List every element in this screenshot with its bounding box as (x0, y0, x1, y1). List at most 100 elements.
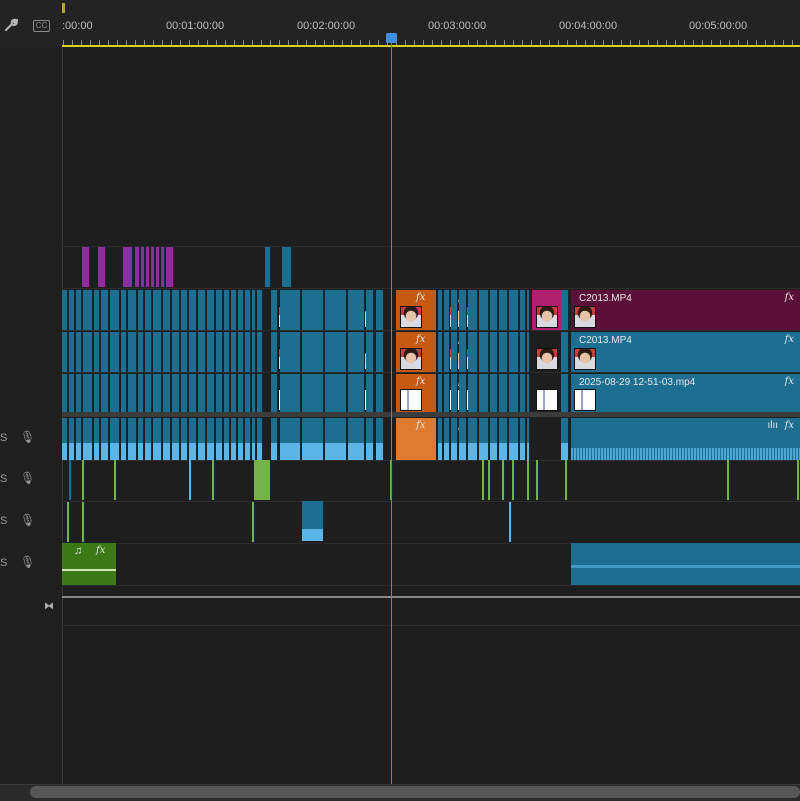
clip-v1-teal[interactable] (172, 374, 180, 412)
clip-v4-purple[interactable] (161, 247, 165, 287)
clip-v2-teal[interactable] (207, 332, 215, 372)
clip-v3-teal[interactable] (145, 290, 152, 330)
clip-v3-teal[interactable] (181, 290, 188, 330)
clip-a1-audio[interactable] (76, 418, 82, 460)
clip-v3-teal[interactable] (499, 290, 508, 330)
clip-a1-audio[interactable] (271, 418, 278, 460)
clip-a1-audio[interactable] (198, 418, 206, 460)
clip-v3-teal[interactable] (509, 290, 519, 330)
clip-a1-audio[interactable] (138, 418, 144, 460)
clip-a1-audio[interactable] (444, 418, 450, 460)
clip-v3-teal[interactable] (101, 290, 109, 330)
clip-v3-teal[interactable] (366, 290, 374, 330)
clip-v2-teal[interactable] (181, 332, 188, 372)
clip-a2-green[interactable] (254, 460, 271, 500)
clip-a1-audio[interactable] (216, 418, 223, 460)
clip-v3-teal[interactable] (561, 290, 569, 330)
clip-v1-teal[interactable] (128, 374, 137, 412)
clip-v2-teal[interactable] (325, 332, 347, 372)
clip-a1-audio[interactable] (238, 418, 244, 460)
clip-v2-teal[interactable] (138, 332, 144, 372)
microphone-icon[interactable]: 🎙 (20, 513, 35, 527)
clip-v1-teal[interactable] (216, 374, 223, 412)
clip-a1-audio[interactable] (561, 418, 569, 460)
clip-v3-teal[interactable] (128, 290, 137, 330)
clip-v3-teal[interactable] (257, 290, 263, 330)
clip-v3-teal[interactable] (490, 290, 498, 330)
clip-a2-marker[interactable] (512, 460, 515, 500)
clip-v2-teal[interactable] (479, 332, 489, 372)
clip-v1-teal[interactable] (62, 374, 68, 412)
clip-a1-audio[interactable] (207, 418, 215, 460)
microphone-icon[interactable]: 🎙 (20, 471, 35, 485)
clip-a1-audio[interactable] (121, 418, 127, 460)
clip-v1-teal[interactable] (76, 374, 82, 412)
clip-v2-teal[interactable] (527, 332, 530, 372)
clip-v2-c2013[interactable]: C2013.MP4 fx (571, 332, 800, 372)
clip-v2-teal[interactable] (94, 332, 100, 372)
clip-v1-teal[interactable] (302, 374, 324, 412)
clip-v2-teal[interactable] (83, 332, 93, 372)
clip-v2-teal[interactable] (280, 332, 301, 372)
clip-v3-teal[interactable] (94, 290, 100, 330)
clip-v3-teal[interactable] (83, 290, 93, 330)
clip-v1-teal[interactable] (121, 374, 127, 412)
work-area-start-marker[interactable] (62, 3, 65, 13)
clip-v4-purple[interactable] (123, 247, 133, 287)
clip-v2-teal[interactable] (69, 332, 75, 372)
clip-v1-teal[interactable] (163, 374, 171, 412)
clip-a1-audio[interactable] (280, 418, 301, 460)
clip-a2-marker[interactable] (212, 460, 215, 500)
clip-v1-teal[interactable] (438, 374, 443, 412)
captions-button[interactable]: CC (33, 20, 50, 32)
microphone-icon[interactable]: 🎙 (20, 430, 35, 444)
clip-v3-teal[interactable] (527, 290, 530, 330)
track-a1-solo[interactable]: S (0, 432, 7, 444)
work-area-bar[interactable] (62, 45, 800, 47)
clip-a4-long[interactable] (571, 543, 800, 585)
clip-a1-audio[interactable] (376, 418, 384, 460)
clip-v1-teal[interactable] (348, 374, 365, 412)
scrollbar-thumb[interactable] (30, 786, 800, 798)
clip-v1-teal[interactable] (110, 374, 120, 412)
clip-v2-teal[interactable] (189, 332, 197, 372)
clip-v3-teal[interactable] (238, 290, 244, 330)
clip-v2-teal[interactable] (520, 332, 526, 372)
clip-v2-teal[interactable] (366, 332, 374, 372)
clip-v2-teal[interactable] (444, 332, 450, 372)
clip-v2-teal[interactable] (163, 332, 171, 372)
clip-a1-audio[interactable] (245, 418, 251, 460)
clip-a2-marker[interactable] (565, 460, 568, 500)
clip-v3-teal[interactable] (153, 290, 162, 330)
clip-v3-teal[interactable] (459, 290, 467, 330)
clip-v2-teal[interactable] (271, 332, 278, 372)
clip-v3-teal[interactable] (216, 290, 223, 330)
clip-a2-marker[interactable] (82, 460, 85, 500)
clip-v2-teal[interactable] (224, 332, 230, 372)
clip-v1-teal[interactable] (561, 374, 569, 412)
clip-v3-teal[interactable] (76, 290, 82, 330)
clip-a1-audio[interactable] (348, 418, 365, 460)
clip-a1-audio[interactable] (101, 418, 109, 460)
clip-v1-teal[interactable] (69, 374, 75, 412)
clip-a2-marker[interactable] (189, 460, 192, 500)
clip-v1-teal[interactable] (509, 374, 519, 412)
clip-v3-teal[interactable] (444, 290, 450, 330)
clip-a1-audio[interactable] (94, 418, 100, 460)
clip-v1-teal[interactable] (145, 374, 152, 412)
playhead-line[interactable] (391, 43, 392, 784)
video-audio-divider[interactable] (62, 412, 800, 417)
clip-v2-teal[interactable] (499, 332, 508, 372)
clip-v4-purple[interactable] (98, 247, 106, 287)
clip-v3-teal[interactable] (479, 290, 489, 330)
clip-v1-teal[interactable] (238, 374, 244, 412)
clip-v3-teal[interactable] (271, 290, 278, 330)
clip-a1-audio[interactable] (499, 418, 508, 460)
clip-a3-marker[interactable] (67, 502, 70, 542)
clip-a1-audio[interactable] (83, 418, 93, 460)
clip-a1-audio[interactable] (69, 418, 75, 460)
clip-v2-teal[interactable] (459, 332, 467, 372)
clip-a2-marker[interactable] (482, 460, 485, 500)
clip-v2-teal[interactable] (302, 332, 324, 372)
clip-v4-teal[interactable] (282, 247, 292, 287)
